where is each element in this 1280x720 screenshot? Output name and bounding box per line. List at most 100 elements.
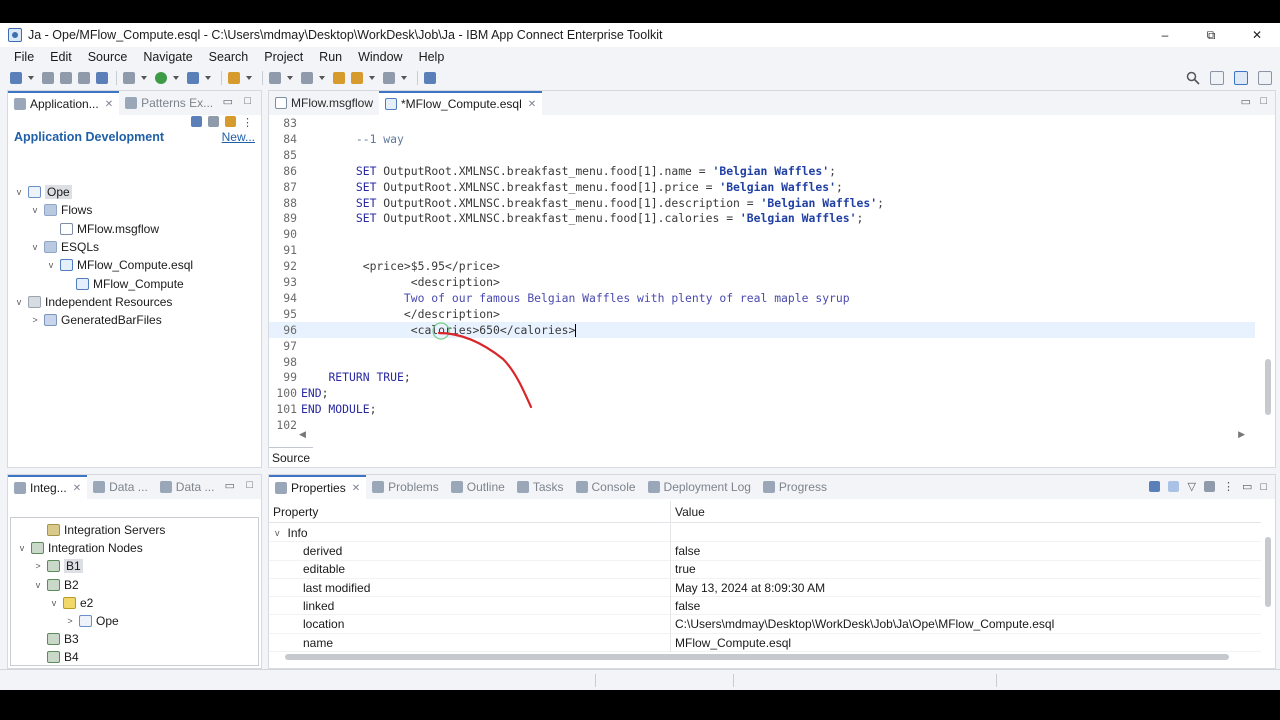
show-categories-icon[interactable] — [1168, 481, 1180, 492]
minimize-panel-icon[interactable]: ▭ — [223, 95, 233, 108]
minimize-button[interactable]: – — [1142, 23, 1188, 47]
filter-icon[interactable]: ▽ — [1187, 480, 1195, 493]
table-row[interactable]: location C:\Users\mdmay\Desktop\WorkDesk\… — [269, 615, 1261, 634]
integration-perspective-icon[interactable] — [1234, 71, 1248, 85]
scroll-right-icon[interactable]: ▶ — [1238, 429, 1245, 440]
back-dropdown-icon[interactable] — [369, 76, 375, 80]
code-line[interactable]: 87 SET OutputRoot.XMLNSC.breakfast_menu.… — [269, 179, 1255, 195]
tab-integration-explorer[interactable]: Integ... ✕ — [8, 475, 88, 499]
sync-icon[interactable] — [191, 116, 202, 127]
code-line[interactable]: 91 — [269, 242, 1255, 258]
menu-search[interactable]: Search — [209, 50, 249, 64]
minimize-panel-icon[interactable]: ▭ — [225, 479, 235, 492]
chevron-down-icon[interactable]: v — [49, 598, 59, 608]
horizontal-scrollbar[interactable]: ◀ ▶ — [299, 429, 1245, 441]
forward-dropdown-icon[interactable] — [401, 76, 407, 80]
table-row[interactable]: derived false — [269, 542, 1261, 561]
chevron-down-icon[interactable]: v — [46, 260, 56, 270]
tab-outline[interactable]: Outline — [445, 475, 511, 499]
debug-icon[interactable] — [123, 72, 135, 84]
properties-vertical-scrollbar[interactable] — [1265, 537, 1271, 607]
code-line[interactable]: 86 SET OutputRoot.XMLNSC.breakfast_menu.… — [269, 163, 1255, 179]
debug-dropdown-icon[interactable] — [141, 76, 147, 80]
chevron-down-icon[interactable]: v — [275, 528, 280, 538]
project-tree-item[interactable]: > GeneratedBarFiles — [30, 311, 161, 329]
tab-esql[interactable]: *MFlow_Compute.esql ✕ — [379, 91, 543, 115]
code-line[interactable]: 96 <calories>650</calories> — [269, 321, 1255, 338]
external-tools-icon[interactable] — [187, 72, 199, 84]
tab-deployment-log[interactable]: Deployment Log — [642, 475, 757, 499]
close-tab-icon[interactable]: ✕ — [528, 99, 536, 110]
next-annotation-dropdown-icon[interactable] — [287, 76, 293, 80]
menu-project[interactable]: Project — [264, 50, 303, 64]
menu-run[interactable]: Run — [319, 50, 342, 64]
code-line[interactable]: 94 Two of our famous Belgian Waffles wit… — [269, 290, 1255, 306]
project-tree-item[interactable]: v Flows — [30, 201, 93, 219]
code-line[interactable]: 89 SET OutputRoot.XMLNSC.breakfast_menu.… — [269, 210, 1255, 226]
chevron-down-icon[interactable]: v — [30, 242, 40, 252]
table-row[interactable]: linked false — [269, 596, 1261, 616]
close-tab-icon[interactable]: ✕ — [73, 483, 81, 494]
debug-perspective-icon[interactable] — [1258, 71, 1272, 85]
close-tab-icon[interactable]: ✕ — [352, 483, 360, 494]
maximize-panel-icon[interactable]: □ — [1260, 481, 1267, 493]
minimize-editor-icon[interactable]: ▭ — [1241, 95, 1251, 108]
vertical-scrollbar-thumb[interactable] — [1265, 359, 1271, 415]
save-all-icon[interactable] — [60, 72, 72, 84]
menu-file[interactable]: File — [14, 50, 34, 64]
tab-msgflow[interactable]: MFlow.msgflow — [269, 91, 379, 115]
maximize-panel-icon[interactable]: □ — [246, 479, 253, 491]
project-tree-item[interactable]: MFlow_Compute — [62, 275, 184, 293]
tab-data-project-explorer[interactable]: Data ... — [87, 475, 154, 499]
menu-edit[interactable]: Edit — [50, 50, 72, 64]
new-icon[interactable] — [10, 72, 22, 84]
chevron-right-icon[interactable]: > — [30, 315, 40, 325]
code-line[interactable]: 99 RETURN TRUE; — [269, 369, 1255, 385]
forward-icon[interactable] — [383, 72, 395, 84]
prev-annotation-dropdown-icon[interactable] — [319, 76, 325, 80]
node-tree-item[interactable]: v Integration Nodes — [17, 539, 143, 557]
code-line[interactable]: 88 SET OutputRoot.XMLNSC.breakfast_menu.… — [269, 195, 1255, 211]
code-line[interactable]: 93 <description> — [269, 274, 1255, 290]
code-line[interactable]: 100 END; — [269, 385, 1255, 401]
properties-horizontal-scrollbar[interactable] — [285, 654, 1229, 660]
pin-editor-icon[interactable] — [424, 72, 436, 84]
save-icon[interactable] — [42, 72, 54, 84]
node-tree-item[interactable]: > B1 — [33, 557, 83, 575]
print-icon[interactable] — [78, 72, 90, 84]
close-button[interactable]: ✕ — [1234, 23, 1280, 47]
new-link[interactable]: New... — [222, 130, 255, 144]
project-tree-item[interactable]: v MFlow_Compute.esql — [46, 256, 193, 274]
run-dropdown-icon[interactable] — [173, 76, 179, 80]
chevron-down-icon[interactable]: v — [14, 297, 24, 307]
node-tree-item[interactable]: v e2 — [49, 594, 94, 612]
maximize-button[interactable]: ⧉ — [1188, 23, 1234, 47]
node-tree-item[interactable]: B3 — [33, 630, 79, 648]
tab-data-source-explorer[interactable]: Data ... — [154, 475, 221, 499]
code-line[interactable]: 85 — [269, 147, 1255, 163]
code-line[interactable]: 83 — [269, 115, 1255, 131]
node-tree-item[interactable]: > Ope — [65, 612, 118, 630]
table-row[interactable]: editable true — [269, 560, 1261, 579]
project-tree-item[interactable]: v ESQLs — [30, 238, 99, 256]
table-row[interactable]: last modified May 13, 2024 at 8:09:30 AM — [269, 578, 1261, 598]
maximize-editor-icon[interactable]: □ — [1260, 95, 1267, 107]
tab-console[interactable]: Console — [570, 475, 642, 499]
back-icon[interactable] — [351, 72, 363, 84]
group-row-info[interactable]: v Info — [269, 523, 1261, 542]
column-header-property[interactable]: Property — [269, 500, 671, 523]
code-area[interactable]: 83 84 --1 way 85 86 SET OutputRoot.XMLNSC.b… — [269, 115, 1255, 435]
menu-source[interactable]: Source — [88, 50, 128, 64]
column-header-value[interactable]: Value — [675, 501, 705, 523]
prev-annotation-icon[interactable] — [301, 72, 313, 84]
code-line[interactable]: 95 </description> — [269, 306, 1255, 322]
search-icon[interactable] — [1186, 71, 1200, 85]
run-icon[interactable] — [155, 72, 167, 84]
tab-progress[interactable]: Progress — [757, 475, 833, 499]
open-perspective-icon[interactable] — [1210, 71, 1224, 85]
deploy-icon[interactable] — [96, 72, 108, 84]
collapse-all-icon[interactable] — [208, 116, 219, 127]
pin-view-icon[interactable] — [1149, 481, 1161, 492]
code-line[interactable]: 84 --1 way — [269, 131, 1255, 147]
menu-help[interactable]: Help — [419, 50, 445, 64]
